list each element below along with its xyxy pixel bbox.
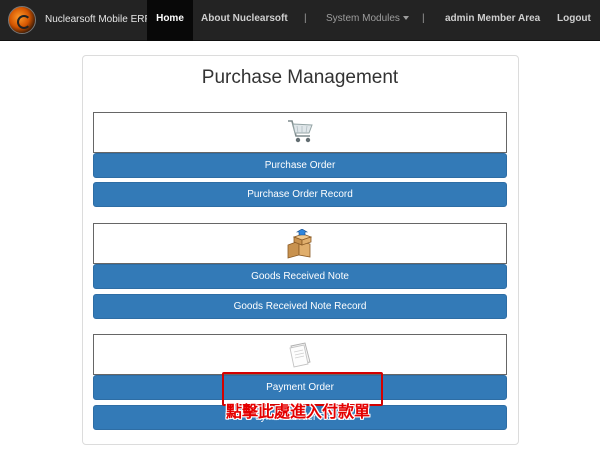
payment-icon-box xyxy=(93,334,507,375)
nav-system-modules-label: System Modules xyxy=(326,13,400,24)
document-icon xyxy=(289,342,311,368)
nav-logout[interactable]: Logout xyxy=(557,0,591,41)
annotation-label: 點擊此處進入付款單 xyxy=(226,404,371,421)
caret-down-icon xyxy=(402,16,409,21)
goods-received-note-record-button[interactable]: Goods Received Note Record xyxy=(93,294,507,319)
nav-about[interactable]: About Nuclearsoft xyxy=(201,0,288,41)
shopping-cart-icon xyxy=(288,120,313,143)
boxes-icon xyxy=(287,229,313,259)
nav-home[interactable]: Home xyxy=(147,0,193,41)
brand-name[interactable]: Nuclearsoft Mobile ERP xyxy=(45,14,151,25)
goods-received-icon-box xyxy=(93,223,507,264)
page-title: Purchase Management xyxy=(201,67,399,88)
nuclearsoft-logo-icon[interactable] xyxy=(8,6,36,34)
nav-admin-member-area[interactable]: admin Member Area xyxy=(445,0,540,41)
nav-separator: | xyxy=(422,13,425,24)
purchase-icon-box xyxy=(93,112,507,153)
top-navbar: Nuclearsoft Mobile ERP Home About Nuclea… xyxy=(0,0,600,41)
goods-received-note-button[interactable]: Goods Received Note xyxy=(93,264,507,289)
purchase-order-button[interactable]: Purchase Order xyxy=(93,153,507,178)
nav-system-modules[interactable]: System Modules xyxy=(326,0,409,41)
purchase-order-record-button[interactable]: Purchase Order Record xyxy=(93,182,507,207)
nav-separator: | xyxy=(304,13,307,24)
